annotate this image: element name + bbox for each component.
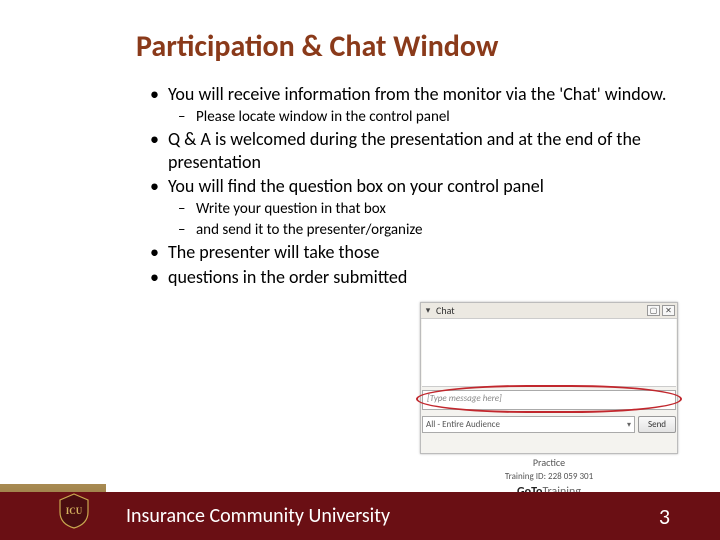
footer-title: Insurance Community University <box>126 504 390 528</box>
chat-input-wrap: [Type message here] <box>422 390 676 410</box>
bullet-1: You will receive information from the mo… <box>150 83 680 126</box>
slide-content: You will receive information from the mo… <box>0 65 720 288</box>
training-id: Training ID: 228 059 301 <box>420 471 678 482</box>
bullet-4: The presenter will take those <box>150 241 680 264</box>
chat-recipient-select[interactable]: All - Entire Audience ▾ <box>422 416 635 433</box>
bullet-3-sub-2: and send it to the presenter/organize <box>178 221 680 240</box>
chat-message-input[interactable]: [Type message here] <box>422 390 676 410</box>
chevron-down-icon: ▾ <box>627 420 631 430</box>
chat-log <box>422 319 676 387</box>
bullet-1-sub-1: Please locate window in the control pane… <box>178 108 680 127</box>
chat-recipient-value: All - Entire Audience <box>426 419 500 430</box>
close-icon[interactable]: ✕ <box>662 305 675 316</box>
icu-logo: ICU <box>54 492 94 530</box>
send-button[interactable]: Send <box>638 416 676 433</box>
chat-send-row: All - Entire Audience ▾ Send <box>422 416 676 433</box>
slide-title: Participation & Chat Window <box>0 0 720 65</box>
collapse-icon[interactable]: ▾ <box>423 306 433 316</box>
bullet-1-text: You will receive information from the mo… <box>168 83 666 105</box>
training-mode-label: Practice <box>420 456 678 469</box>
shield-icon: ICU <box>54 492 94 530</box>
bullet-3: You will find the question box on your c… <box>150 175 680 239</box>
slide: Participation & Chat Window You will rec… <box>0 0 720 540</box>
bullet-3-text: You will find the question box on your c… <box>168 175 544 197</box>
logo-text: ICU <box>66 506 83 516</box>
bullet-2: Q & A is welcomed during the presentatio… <box>150 128 680 173</box>
bullet-5: questions in the order submitted <box>150 266 680 289</box>
chat-panel: ▾ Chat ▢ ✕ [Type message here] All - Ent… <box>420 302 678 454</box>
popout-icon[interactable]: ▢ <box>647 305 660 316</box>
chat-panel-title: Chat <box>436 304 645 317</box>
chat-panel-header: ▾ Chat ▢ ✕ <box>421 303 677 319</box>
bullet-3-sub-1: Write your question in that box <box>178 200 680 219</box>
page-number: 3 <box>659 503 670 530</box>
